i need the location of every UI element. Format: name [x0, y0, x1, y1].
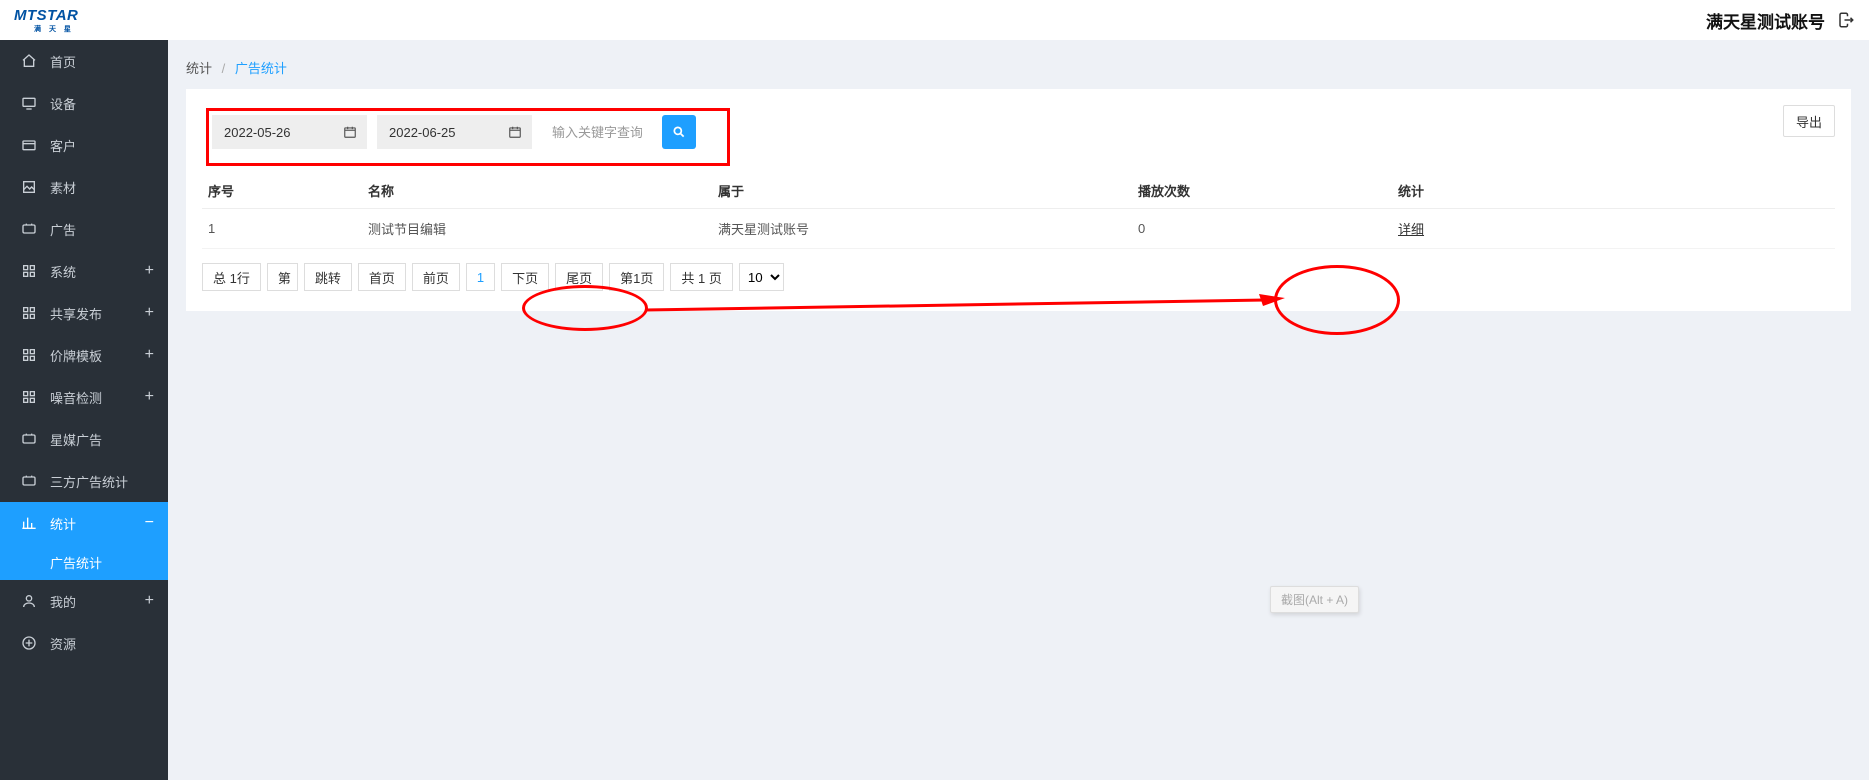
sidebar-item-material[interactable]: 素材 [0, 166, 168, 208]
main: 统计 / 广告统计 导出 [168, 40, 1869, 780]
pager-page-info: 第1页 [609, 263, 664, 291]
date-from-input[interactable] [212, 115, 367, 149]
sidebar-item-label: 共享发布 [50, 304, 102, 323]
pager-pages-total: 共 1 页 [670, 263, 732, 291]
expand-icon: + [145, 304, 154, 322]
pager-first[interactable]: 首页 [358, 263, 406, 291]
sidebar-item-label: 我的 [50, 592, 76, 611]
template-icon [20, 346, 38, 364]
date-to-input[interactable] [377, 115, 532, 149]
results-table: 序号 名称 属于 播放次数 统计 1 测试节目编辑 满天星测试账号 0 [202, 173, 1835, 249]
sidebar-item-profile[interactable]: 我的 + [0, 580, 168, 622]
search-icon [672, 125, 686, 139]
col-plays: 播放次数 [1132, 173, 1392, 209]
sidebar-item-ad[interactable]: 广吿 [0, 208, 168, 250]
home-icon [20, 52, 38, 70]
sidebar-subitem-ad-stats[interactable]: 广告统计 [0, 544, 168, 580]
pager-next[interactable]: 下页 [501, 263, 549, 291]
pager-current[interactable]: 1 [466, 263, 495, 291]
share-icon [20, 304, 38, 322]
pagination: 总 1行 第 跳转 首页 前页 1 下页 尾页 第1页 共 1 页 10 [202, 249, 1835, 295]
keyword-input[interactable] [542, 115, 652, 149]
logo-sub: 满 天 星 [34, 24, 74, 33]
sidebar-item-label: 设备 [50, 94, 76, 113]
pager-goto-prefix: 第 [278, 268, 291, 287]
system-icon [20, 262, 38, 280]
pager-last[interactable]: 尾页 [555, 263, 603, 291]
sidebar-item-template[interactable]: 价牌模板 + [0, 334, 168, 376]
material-icon [20, 178, 38, 196]
sidebar-item-label: 价牌模板 [50, 346, 102, 365]
col-index: 序号 [202, 173, 362, 209]
expand-icon: + [145, 592, 154, 610]
sidebar-item-customer[interactable]: 客户 [0, 124, 168, 166]
sidebar-item-device[interactable]: 设备 [0, 82, 168, 124]
pager-goto-wrap: 第 [267, 263, 298, 291]
breadcrumb-root[interactable]: 统计 [186, 61, 212, 76]
collapse-icon: − [145, 514, 154, 532]
noise-icon [20, 388, 38, 406]
sidebar-item-third-ad[interactable]: 三方广告统计 [0, 460, 168, 502]
third-ad-icon [20, 472, 38, 490]
cell-name: 测试节目编辑 [362, 209, 712, 249]
screenshot-hint: 截图(Alt + A) [1270, 586, 1359, 613]
results-panel: 导出 [186, 89, 1851, 311]
search-button[interactable] [662, 115, 696, 149]
sidebar-item-system[interactable]: 系统 + [0, 250, 168, 292]
sidebar: 首页 设备 客户 素材 广吿 系统 + 共享发布 + [0, 40, 168, 780]
pager-total: 总 1行 [202, 263, 261, 291]
svg-text:MTSTAR: MTSTAR [14, 7, 78, 24]
stats-icon [20, 514, 38, 532]
breadcrumb-sep: / [222, 61, 226, 76]
pager-jump[interactable]: 跳转 [304, 263, 352, 291]
sidebar-item-media-ad[interactable]: 星媒广告 [0, 418, 168, 460]
media-ad-icon [20, 430, 38, 448]
sidebar-item-label: 素材 [50, 178, 76, 197]
annotation-arrow [645, 294, 1285, 318]
logo: MTSTAR 满 天 星 [14, 5, 169, 35]
breadcrumb-current: 广告统计 [235, 61, 287, 76]
sidebar-item-label: 噪音检测 [50, 388, 102, 407]
sidebar-item-label: 客户 [50, 136, 76, 155]
table-row: 1 测试节目编辑 满天星测试账号 0 详细 [202, 209, 1835, 249]
sidebar-item-label: 广告统计 [50, 553, 102, 572]
sidebar-item-label: 系统 [50, 262, 76, 281]
sidebar-item-resource[interactable]: 资源 [0, 622, 168, 664]
profile-icon [20, 592, 38, 610]
logout-icon[interactable] [1837, 11, 1855, 29]
table-header-row: 序号 名称 属于 播放次数 统计 [202, 173, 1835, 209]
pager-prev[interactable]: 前页 [412, 263, 460, 291]
sidebar-item-noise[interactable]: 噪音检测 + [0, 376, 168, 418]
header-right: 满天星测试账号 [1706, 8, 1855, 33]
expand-icon: + [145, 262, 154, 280]
cell-index: 1 [202, 209, 362, 249]
sidebar-item-share[interactable]: 共享发布 + [0, 292, 168, 334]
sidebar-item-label: 广吿 [50, 220, 76, 239]
account-name: 满天星测试账号 [1706, 8, 1825, 33]
col-stats: 统计 [1392, 173, 1835, 209]
sidebar-item-label: 资源 [50, 634, 76, 653]
resource-icon [20, 634, 38, 652]
sidebar-item-stats[interactable]: 统计 − [0, 502, 168, 544]
cell-owner: 满天星测试账号 [712, 209, 1132, 249]
sidebar-item-label: 三方广告统计 [50, 472, 128, 491]
expand-icon: + [145, 388, 154, 406]
ad-icon [20, 220, 38, 238]
logo-icon: MTSTAR 满 天 星 [14, 5, 169, 35]
col-name: 名称 [362, 173, 712, 209]
pager-page-size[interactable]: 10 [739, 263, 784, 291]
device-icon [20, 94, 38, 112]
sidebar-item-label: 统计 [50, 514, 76, 533]
breadcrumb: 统计 / 广告统计 [186, 58, 1851, 77]
top-header: MTSTAR 满 天 星 满天星测试账号 [0, 0, 1869, 40]
sidebar-item-label: 星媒广告 [50, 430, 102, 449]
detail-link[interactable]: 详细 [1398, 222, 1424, 237]
expand-icon: + [145, 346, 154, 364]
filter-row [202, 105, 1835, 159]
sidebar-item-home[interactable]: 首页 [0, 40, 168, 82]
cell-plays: 0 [1132, 209, 1392, 249]
sidebar-item-label: 首页 [50, 52, 76, 71]
col-owner: 属于 [712, 173, 1132, 209]
customer-icon [20, 136, 38, 154]
